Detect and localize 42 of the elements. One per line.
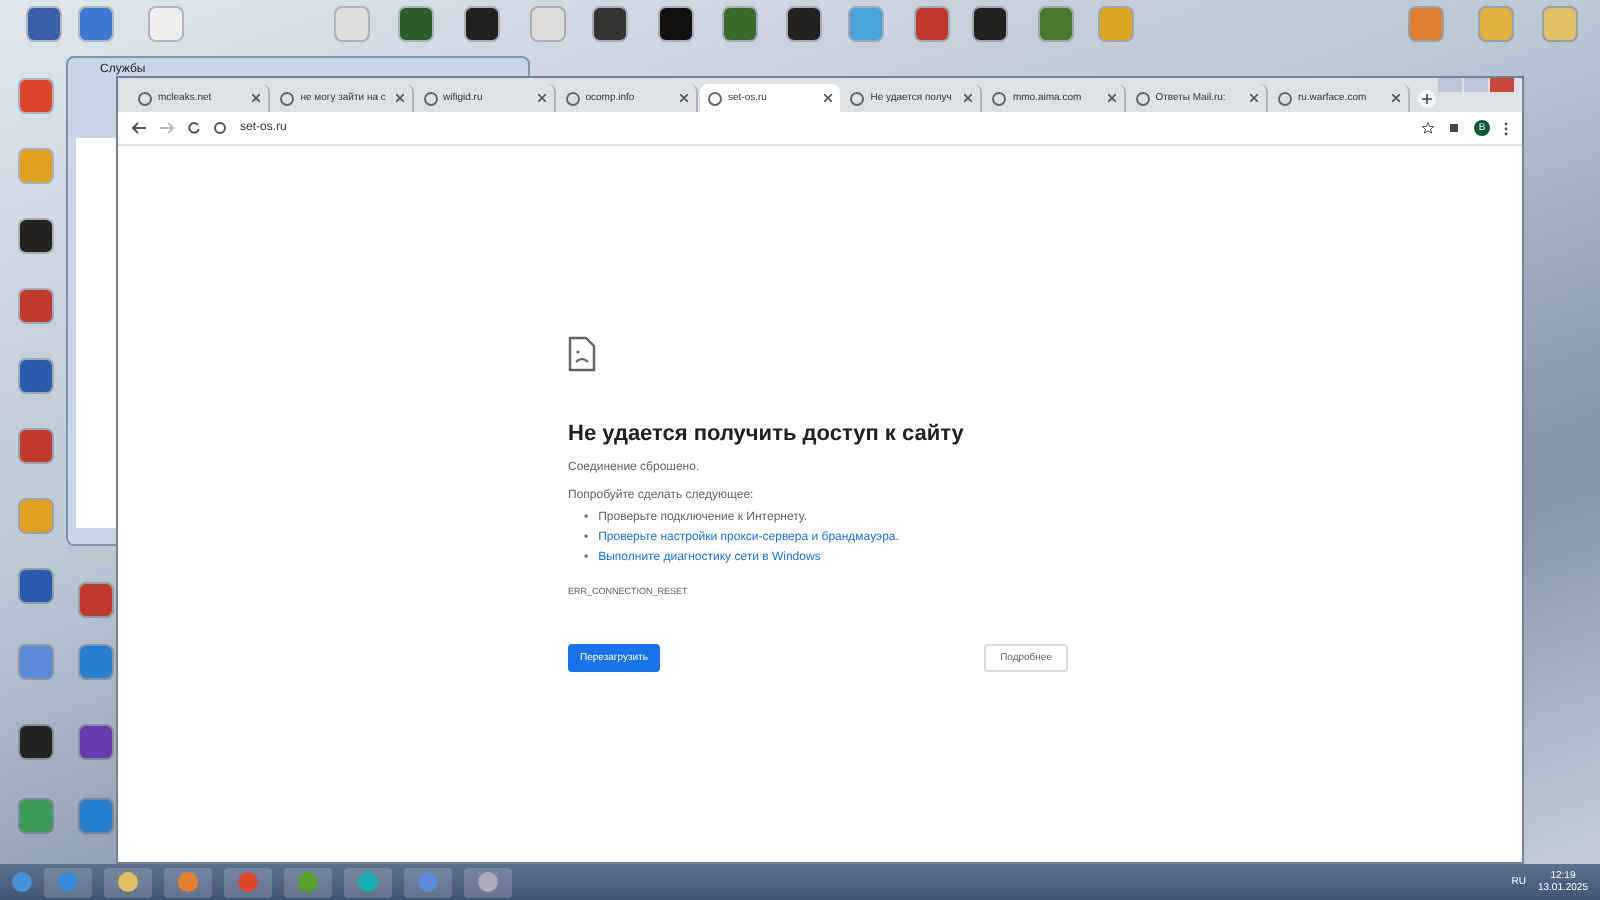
error-heading: Не удается получить доступ к сайту — [568, 422, 966, 446]
taskbar-app-button[interactable] — [344, 867, 392, 897]
shortcut-icon[interactable] — [594, 8, 626, 40]
taskbar-app-button[interactable] — [404, 867, 452, 897]
close-icon[interactable] — [1107, 94, 1116, 102]
taskbar-app-button[interactable] — [164, 867, 212, 897]
app-icon — [238, 872, 258, 892]
shortcut-icon[interactable] — [466, 8, 498, 40]
close-icon[interactable] — [1249, 94, 1258, 102]
taskbar-app-button[interactable] — [284, 867, 332, 897]
app-icon — [178, 872, 198, 892]
app-icon — [418, 872, 438, 892]
app-icon — [58, 872, 78, 892]
star-icon[interactable] — [1422, 122, 1434, 134]
start-button[interactable] — [12, 872, 32, 892]
close-icon[interactable] — [680, 94, 688, 102]
app-icon — [478, 872, 498, 892]
plus-icon — [1422, 94, 1433, 104]
shortcut-icon[interactable] — [20, 220, 52, 252]
reload-icon[interactable] — [188, 122, 200, 134]
shortcut-icon[interactable] — [660, 8, 692, 40]
back-arrow-icon[interactable] — [132, 122, 146, 134]
app-icon — [118, 872, 138, 892]
shortcut-icon[interactable] — [400, 8, 432, 40]
close-icon[interactable] — [537, 94, 546, 102]
forward-arrow-icon[interactable] — [160, 122, 174, 134]
app-icon — [358, 872, 378, 892]
shortcut-icon[interactable] — [20, 726, 52, 758]
close-icon[interactable] — [964, 94, 973, 102]
shortcut-icon[interactable] — [788, 8, 820, 40]
shortcut-icon[interactable] — [974, 8, 1006, 40]
taskbar-app-button[interactable] — [224, 867, 272, 897]
app-icon — [298, 872, 318, 892]
sad-document-icon — [568, 336, 596, 372]
close-icon[interactable] — [395, 94, 403, 102]
close-icon[interactable] — [1392, 94, 1401, 102]
taskbar-app-button[interactable] — [44, 867, 92, 897]
close-icon[interactable] — [824, 94, 833, 102]
close-icon[interactable] — [252, 94, 261, 102]
taskbar-app-button[interactable] — [104, 867, 152, 897]
taskbar-app-button[interactable] — [464, 867, 512, 897]
new-tab-button[interactable] — [1418, 90, 1436, 108]
